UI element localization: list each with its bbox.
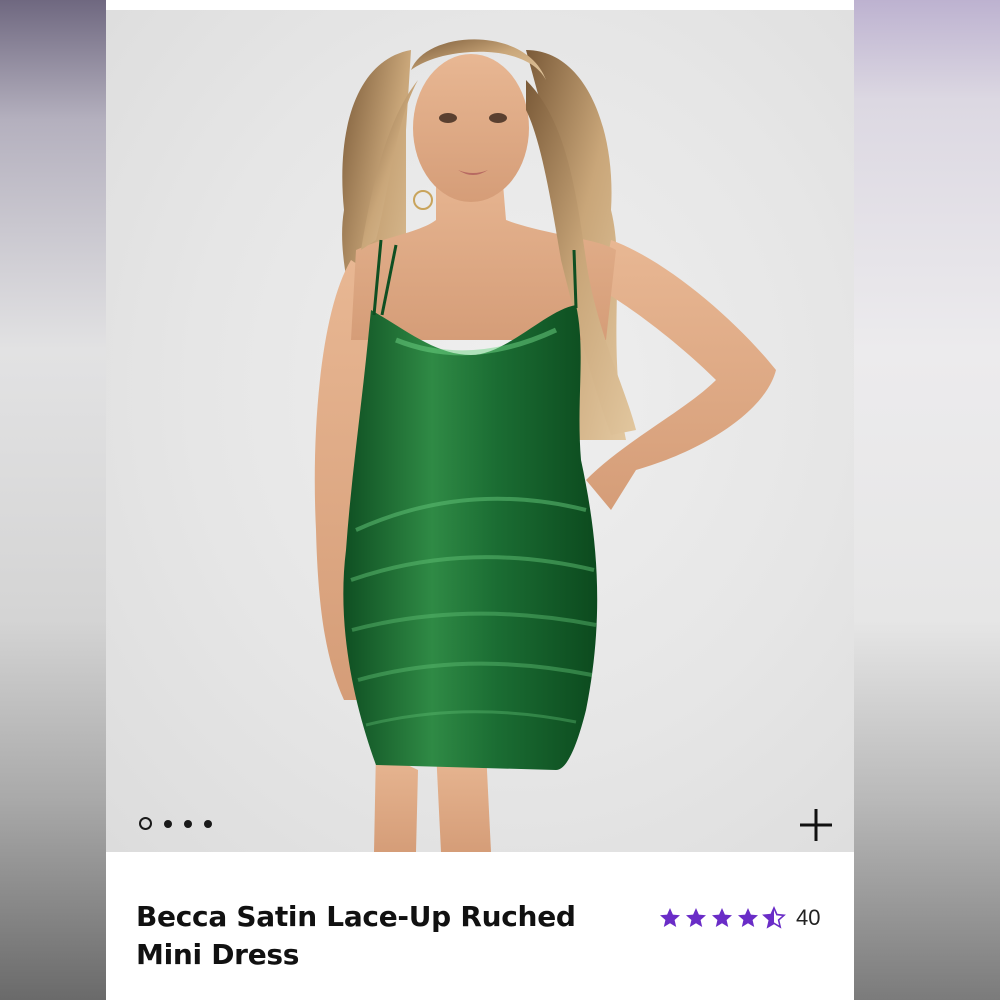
half-star-icon xyxy=(762,906,786,929)
carousel-indicators xyxy=(139,817,212,830)
carousel-dot-3[interactable] xyxy=(184,819,192,828)
carousel-dot-2[interactable] xyxy=(164,819,172,828)
zoom-button[interactable] xyxy=(794,803,838,847)
star-icon xyxy=(660,908,680,927)
carousel-dot-4[interactable] xyxy=(204,819,212,828)
plus-icon xyxy=(800,809,832,841)
product-image[interactable] xyxy=(106,10,854,852)
carousel-dot-1[interactable] xyxy=(139,817,152,830)
star-icon xyxy=(738,908,758,927)
product-title-line-2: Mini Dress xyxy=(136,938,300,971)
product-title[interactable]: Becca Satin Lace-Up Ruched Mini Dress xyxy=(136,898,636,974)
model-illustration xyxy=(314,39,776,852)
product-rating[interactable]: 40 xyxy=(658,905,820,931)
product-title-line-1: Becca Satin Lace-Up Ruched xyxy=(136,900,576,933)
product-card[interactable]: Becca Satin Lace-Up Ruched Mini Dress 40 xyxy=(106,0,854,1000)
star-icon xyxy=(712,908,732,927)
review-count[interactable]: 40 xyxy=(796,905,820,931)
backdrop-left xyxy=(0,0,106,1000)
backdrop-right xyxy=(854,0,1000,1000)
rating-stars xyxy=(658,906,786,930)
star-icon xyxy=(686,908,706,927)
